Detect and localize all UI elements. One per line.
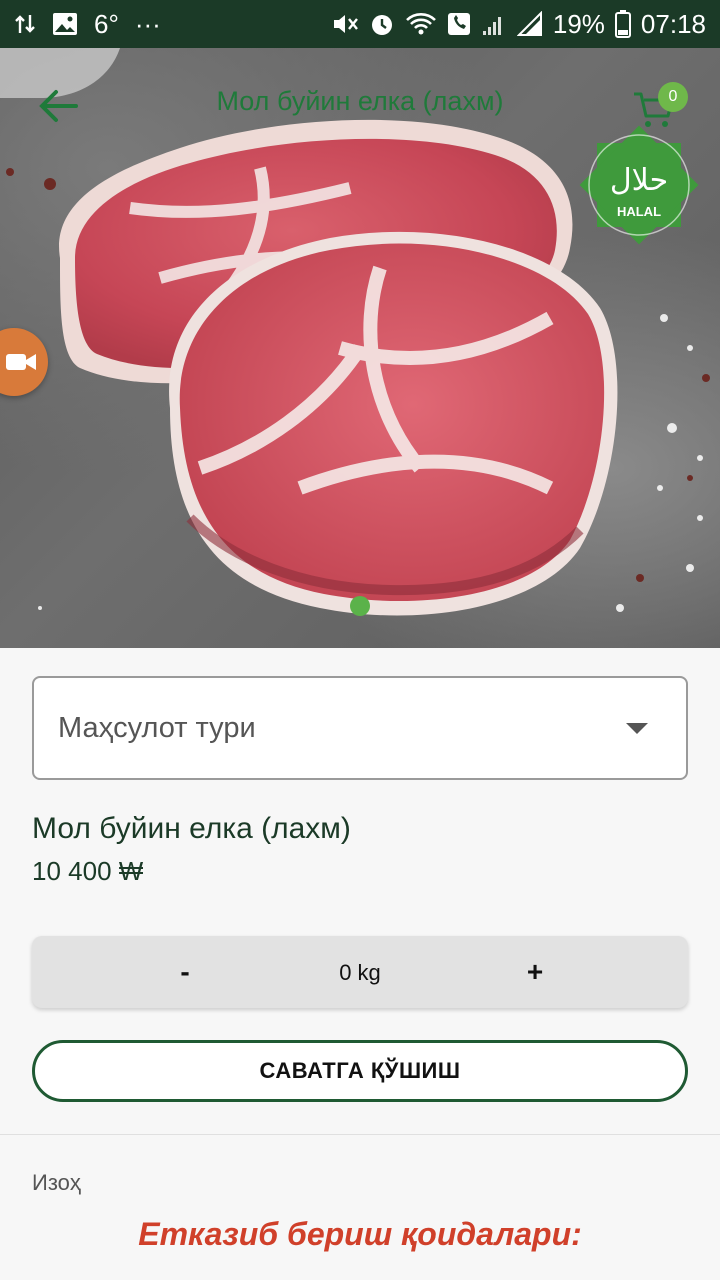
more-notifications-icon: ··· — [134, 8, 161, 39]
signal-2-icon — [516, 11, 543, 37]
product-name: Мол буйин елка (лахм) — [32, 812, 351, 845]
video-camera-icon — [6, 354, 36, 370]
wifi-icon — [405, 12, 437, 36]
battery-percent: 19% — [552, 8, 605, 39]
halal-badge: حلال HALAL — [578, 124, 700, 246]
quantity-value: 0 kg — [339, 960, 381, 985]
page-title: Мол буйин елка (лахм) — [216, 86, 504, 116]
divider — [0, 1134, 720, 1135]
battery-icon — [614, 10, 631, 38]
svg-text:حلال: حلال — [610, 163, 668, 198]
product-type-select[interactable]: Маҳсулот тури — [32, 676, 688, 780]
product-price: 10 400 ₩ — [32, 856, 144, 886]
clock-time: 07:18 — [640, 8, 706, 39]
gallery-page-indicator[interactable] — [350, 596, 370, 616]
delivery-rules-heading: Етказиб бериш қоидалари: — [138, 1216, 582, 1252]
status-bar: 6° ··· 19% 07:18 — [0, 0, 720, 48]
cart-count-badge: 0 — [658, 82, 688, 112]
svg-text:HALAL: HALAL — [617, 204, 661, 219]
image-icon — [52, 12, 78, 36]
product-type-placeholder: Маҳсулот тури — [58, 711, 256, 744]
chevron-down-icon — [626, 722, 648, 734]
increase-quantity-button[interactable]: + — [498, 936, 572, 1008]
mute-icon — [331, 11, 359, 37]
add-to-cart-button[interactable]: САВАТГА ҚЎШИШ — [32, 1040, 688, 1102]
call-icon — [447, 12, 471, 36]
quantity-stepper: - 0 kg + — [32, 936, 688, 1008]
note-label: Изоҳ — [32, 1170, 81, 1195]
alarm-icon — [369, 11, 395, 37]
temperature-text: 6° — [94, 8, 119, 39]
halal-logo-icon: حلال HALAL — [579, 125, 699, 245]
data-transfer-icon — [14, 11, 36, 37]
signal-icon — [481, 11, 507, 37]
